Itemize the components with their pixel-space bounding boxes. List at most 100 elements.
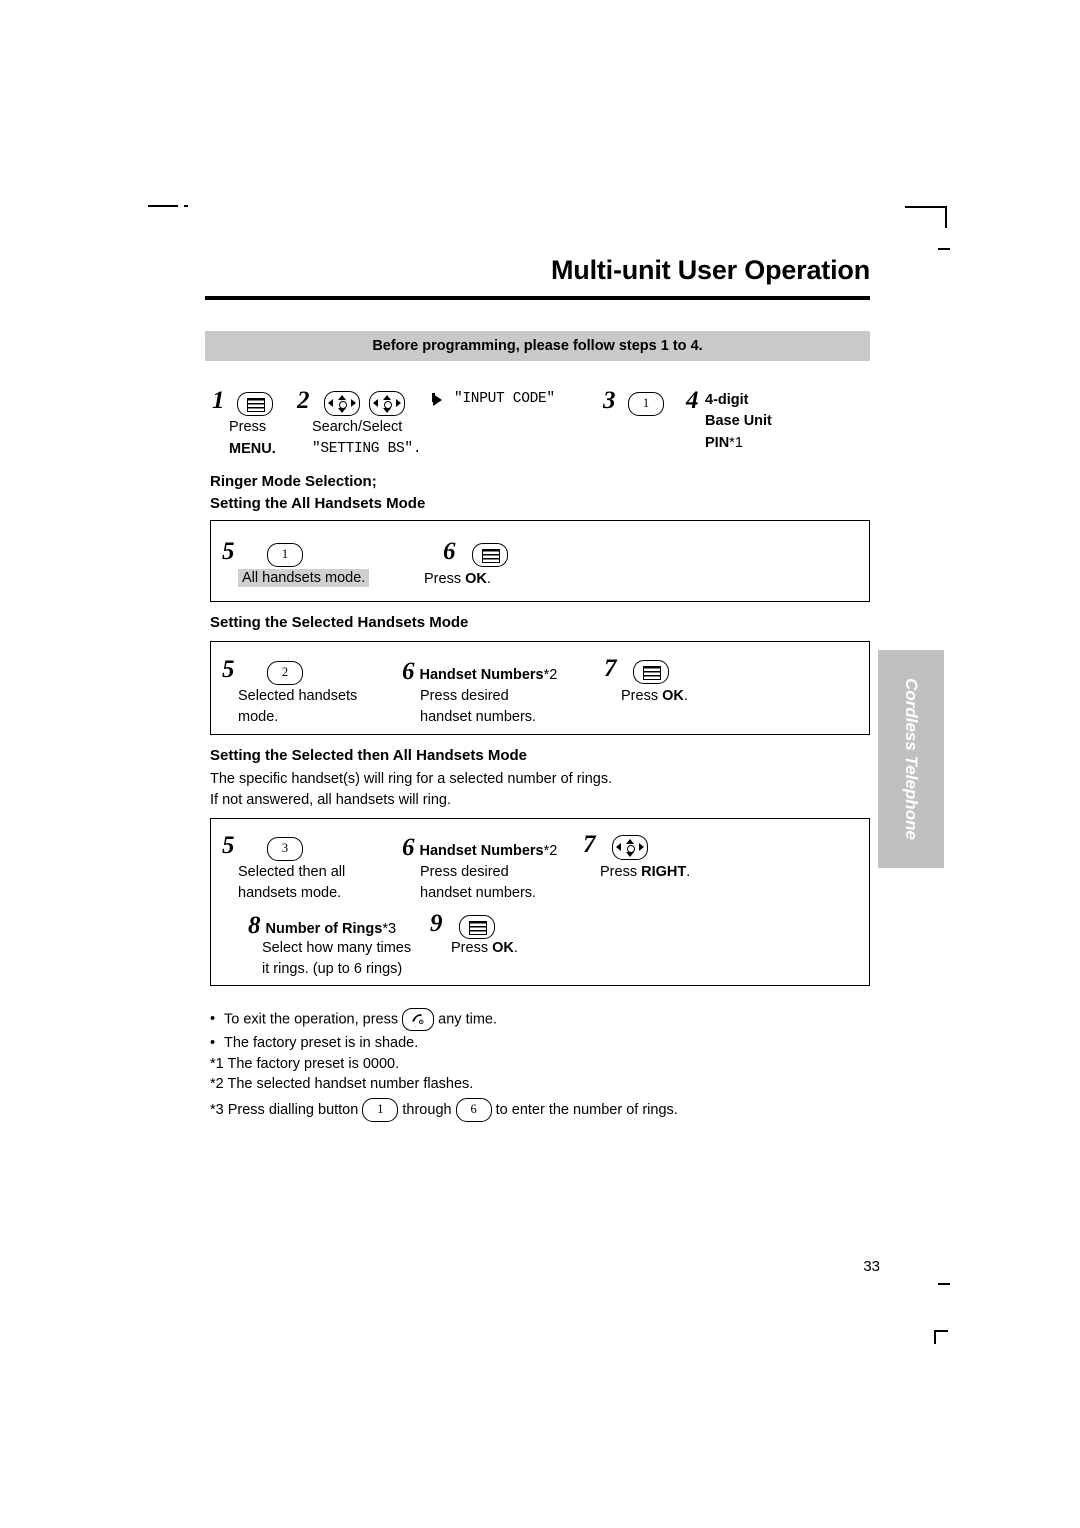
section-then-all-step-6-line1: Press desired	[420, 864, 509, 880]
section-then-all-step-6-title: Handset Numbers	[419, 843, 544, 859]
step-1-number: 1	[212, 387, 225, 414]
note-1-post: any time.	[438, 1011, 498, 1028]
section-selected-step-7-number: 7	[604, 655, 617, 682]
crop-mark-top-left	[148, 205, 178, 207]
dial-key-6-icon: 6	[455, 1097, 492, 1122]
section-then-all-step-9-number: 9	[430, 910, 443, 937]
section-then-all-heading: Setting the Selected then All Handsets M…	[210, 747, 527, 764]
section-then-all-step-8-line2: it rings. (up to 6 rings)	[262, 961, 403, 977]
section-then-all-step-7-number: 7	[583, 831, 596, 858]
navigator-key-icon-down	[369, 391, 406, 417]
display-arrow-icon	[432, 391, 444, 409]
section-then-all-step-6: 6 Handset Numbers*2	[402, 834, 557, 862]
step-4-line3: PIN*1	[705, 434, 743, 452]
press-word: Press	[451, 940, 493, 956]
menu-key-icon	[236, 391, 273, 416]
step-1: 1	[212, 387, 273, 416]
section-all-step-6-label: Press OK.	[424, 571, 491, 587]
side-tab-cordless-telephone: Cordless Telephone	[878, 650, 944, 868]
step-3-number: 3	[603, 387, 616, 414]
section-then-all-desc-line2: If not answered, all handsets will ring.	[210, 792, 451, 808]
section-then-all-step-6-line2: handset numbers.	[420, 885, 537, 901]
section-then-all-step-8-note: *3	[382, 921, 397, 937]
section-selected-heading: Setting the Selected Handsets Mode	[210, 614, 469, 631]
step-1-label-line2: MENU.	[229, 441, 276, 457]
navigator-key-icon	[611, 835, 648, 861]
crop-mark-top-right-v	[945, 206, 947, 228]
dial-key-3-icon: 3	[266, 836, 303, 861]
note-5-pre: *3 Press dialling button	[210, 1101, 359, 1118]
section-selected-step-6-note: *2	[543, 667, 558, 683]
dial-key-1-icon: 1	[266, 542, 303, 567]
section-then-all-step-8: 8 Number of Rings*3	[248, 912, 396, 940]
section-selected-step-6-title: Handset Numbers	[419, 667, 544, 683]
section-all-step-6-number: 6	[443, 538, 456, 565]
period: .	[683, 688, 688, 704]
step-4-line2: Base Unit	[705, 413, 772, 429]
dial-key-2-icon: 2	[266, 660, 303, 685]
note-3: *1 The factory preset is 0000.	[210, 1054, 870, 1075]
bullet-icon: •	[210, 1011, 216, 1028]
page-number: 33	[863, 1258, 880, 1275]
menu-key-icon	[632, 659, 669, 684]
section-all-step-5-number: 5	[222, 538, 235, 565]
step-2-label-line1: Search/Select	[312, 419, 403, 435]
note-2-text: The factory preset is in shade.	[224, 1035, 419, 1051]
step-1-label-line1: Press	[229, 419, 267, 435]
navigator-key-icon-up	[323, 391, 360, 417]
handset-glyph: 6	[412, 1014, 424, 1025]
crop-mark-top-right-h	[905, 206, 947, 208]
note-2: • The factory preset is in shade.	[210, 1033, 870, 1054]
side-tab-label: Cordless Telephone	[902, 678, 921, 840]
menu-key-icon	[471, 542, 508, 567]
crop-mark-bottom-right-v	[934, 1330, 936, 1344]
section-then-all-desc-line1: The specific handset(s) will ring for a …	[210, 771, 613, 787]
period: .	[486, 571, 491, 587]
page-title: Multi-unit User Operation	[550, 255, 870, 285]
manual-page: Multi-unit User Operation Before program…	[0, 0, 1080, 1528]
right-word: RIGHT	[641, 864, 687, 880]
section-selected-step-6-line1: Press desired	[420, 688, 509, 704]
step-2-label-line2: "SETTING BS".	[312, 441, 422, 457]
dial-key-1-icon: 1	[627, 391, 664, 416]
section-then-all-step-8-number: 8	[248, 912, 261, 939]
section-then-all-step-5-line2: handsets mode.	[238, 885, 342, 901]
step-3: 3 1	[603, 387, 664, 416]
period: .	[513, 940, 518, 956]
ok-word: OK	[492, 940, 514, 956]
display-text-input-code: "INPUT CODE"	[454, 391, 555, 407]
section-then-all-step-8-line1: Select how many times	[262, 940, 412, 956]
ok-word: OK	[662, 688, 684, 704]
press-word: Press	[600, 864, 642, 880]
section-all-step-5-label: All handsets mode.	[238, 569, 370, 587]
step-4: 4	[686, 387, 699, 415]
power-off-key-icon: 6	[402, 1008, 435, 1031]
note-5-post: to enter the number of rings.	[495, 1101, 678, 1118]
section-selected-step-5: 5 2	[222, 656, 303, 685]
note-4-text: *2 The selected handset number flashes.	[210, 1076, 474, 1092]
press-word: Press	[424, 571, 466, 587]
section-all-step-5: 5 1	[222, 538, 303, 567]
section-all-heading-line1: Ringer Mode Selection;	[210, 473, 377, 490]
step-2: 2	[297, 387, 406, 417]
section-then-all-step-9: 9	[430, 910, 495, 939]
dial-key-1-icon: 1	[362, 1097, 399, 1122]
note-1: • To exit the operation, press 6 any time…	[210, 1008, 870, 1031]
section-selected-step-7: 7	[604, 655, 669, 684]
crop-mark-bottom-right-h	[934, 1330, 948, 1332]
section-then-all-step-6-note: *2	[543, 843, 558, 859]
section-then-all-step-5: 5 3	[222, 832, 303, 861]
crop-mark-bottom-dash	[938, 1283, 950, 1285]
instruction-banner-text: Before programming, please follow steps …	[372, 338, 703, 354]
period: .	[686, 864, 691, 880]
section-selected-step-6-line2: handset numbers.	[420, 709, 537, 725]
section-then-all-step-9-label: Press OK.	[451, 940, 518, 956]
step-4-pin-label: PIN	[705, 435, 730, 451]
crop-mark-top-left-dot	[184, 205, 188, 207]
bullet-icon: •	[210, 1035, 216, 1051]
section-selected-step-7-label: Press OK.	[621, 688, 688, 704]
notes-list: • To exit the operation, press 6 any time…	[210, 1008, 870, 1122]
section-then-all-step-5-line1: Selected then all	[238, 864, 346, 880]
step-4-pin-note: *1	[729, 435, 743, 451]
section-all-heading-line2: Setting the All Handsets Mode	[210, 495, 426, 512]
